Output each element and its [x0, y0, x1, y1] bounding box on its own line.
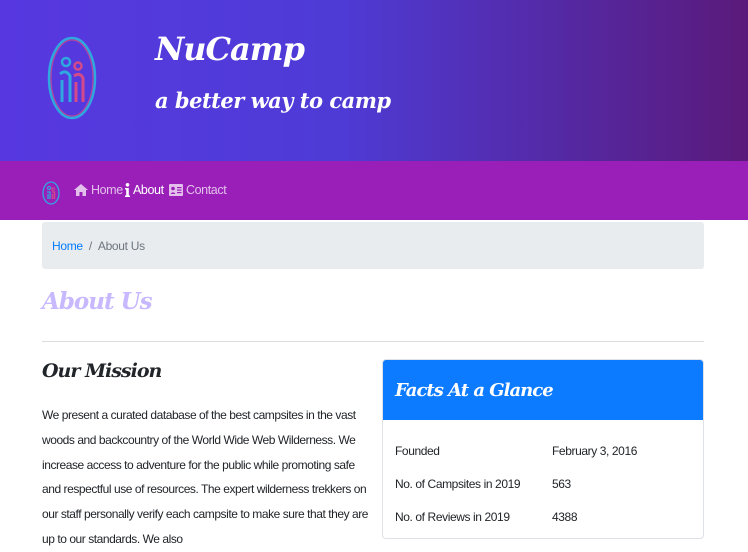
info-icon: [125, 183, 130, 197]
fact-value-campsites: 563: [552, 477, 571, 491]
breadcrumb: Home / About Us: [42, 222, 704, 269]
breadcrumb-separator: /: [88, 238, 92, 253]
facts-list: Founded February 3, 2016 No. of Campsite…: [395, 444, 695, 538]
fact-label-founded: Founded: [395, 444, 440, 458]
fact-label-campsites: No. of Campsites in 2019: [395, 477, 521, 491]
fact-row: No. of Campsites in 2019 563: [395, 477, 695, 510]
home-icon: [74, 184, 88, 196]
facts-card: Facts At a Glance Founded February 3, 20…: [382, 359, 704, 539]
nav-home[interactable]: Home: [74, 183, 123, 197]
nav-about-label: About: [133, 183, 164, 197]
nucamp-logo: [47, 36, 97, 120]
nav-contact[interactable]: Contact: [169, 183, 227, 197]
fact-row: Founded February 3, 2016: [395, 444, 695, 477]
facts-card-header: Facts At a Glance: [383, 360, 703, 420]
breadcrumb-home-link[interactable]: Home: [52, 239, 83, 253]
divider: [42, 341, 704, 342]
brand-title: NuCamp: [155, 30, 305, 68]
facts-card-title: Facts At a Glance: [395, 379, 554, 401]
main-navbar: Home About Contact: [0, 161, 748, 220]
mission-text: We present a curated database of the bes…: [42, 408, 369, 546]
page-title: About Us: [42, 288, 153, 315]
nav-home-label: Home: [91, 183, 123, 197]
brand-subtitle: a better way to camp: [155, 88, 391, 113]
nav-contact-label: Contact: [186, 183, 227, 197]
fact-value-founded: February 3, 2016: [552, 444, 637, 458]
breadcrumb-current: About Us: [97, 238, 145, 253]
nav-about[interactable]: About: [125, 183, 164, 197]
mission-title: Our Mission: [42, 360, 162, 382]
nav-logo-icon[interactable]: [42, 181, 60, 205]
header-jumbotron: NuCamp a better way to camp: [0, 0, 748, 161]
fact-value-reviews: 4388: [552, 510, 578, 524]
fact-row: No. of Reviews in 2019 4388: [395, 510, 695, 538]
fact-label-reviews: No. of Reviews in 2019: [395, 510, 510, 524]
address-card-icon: [169, 184, 183, 196]
